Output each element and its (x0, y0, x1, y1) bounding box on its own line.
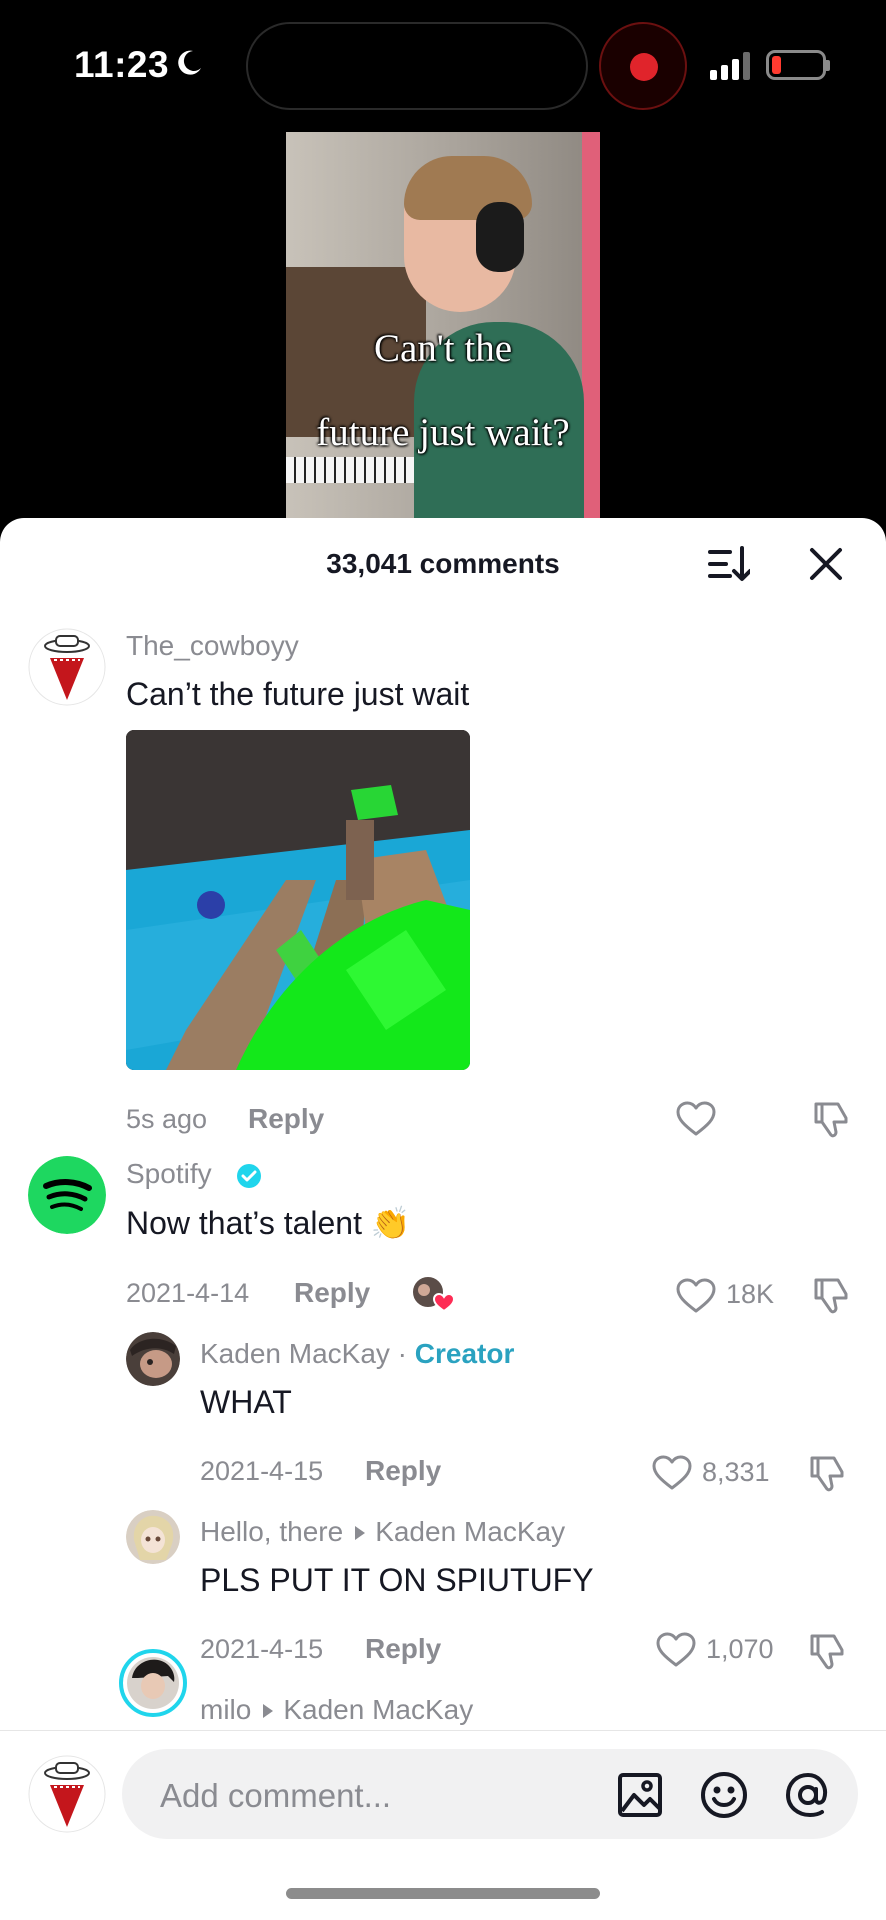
reply-username[interactable]: Kaden MacKay · Creator (200, 1338, 514, 1370)
reply-text: WHAT (200, 1384, 292, 1420)
like-count: 18K (726, 1279, 775, 1309)
minecraft-scene-image (126, 730, 470, 1070)
headphones (476, 202, 524, 272)
reply-button[interactable]: Reply (294, 1277, 370, 1309)
video-preview[interactable]: Can't the future just wait? (286, 132, 600, 532)
reply-button[interactable]: Reply (365, 1633, 441, 1665)
reply-button[interactable]: Reply (248, 1103, 324, 1135)
sort-icon[interactable] (706, 544, 750, 584)
battery-icon (766, 50, 826, 80)
comment-input[interactable]: Add comment... (122, 1749, 858, 1839)
status-time: 11:23 (74, 44, 170, 85)
reply-text: PLS PUT IT ON SPIUTUFY (200, 1562, 594, 1598)
video-caption-line-1: Can't the (373, 327, 513, 370)
battery-level (772, 56, 781, 74)
reply-timestamp: 2021-4-15 (200, 1456, 324, 1486)
heart-icon[interactable] (652, 1455, 692, 1491)
hello-there-avatar[interactable] (126, 1510, 180, 1564)
verified-badge-icon (237, 1164, 261, 1188)
reply-button[interactable]: Reply (365, 1455, 441, 1487)
emoji-icon[interactable] (700, 1771, 748, 1819)
reply-username[interactable]: Hello, there Kaden MacKay (200, 1516, 565, 1548)
heart-icon[interactable] (676, 1278, 716, 1314)
comment-timestamp: 5s ago (126, 1104, 208, 1134)
spotify-avatar[interactable] (28, 1156, 106, 1234)
comments-count-title: 33,041 comments (326, 548, 560, 579)
current-user-avatar[interactable] (28, 1755, 106, 1833)
comment-gif-image[interactable] (126, 730, 470, 1070)
home-indicator (286, 1888, 600, 1899)
video-caption-line-2: future just wait? (316, 411, 570, 454)
creator-tag: Creator (414, 1338, 515, 1369)
comment-username[interactable]: Spotify (126, 1158, 212, 1190)
comment-input-bar: Add comment... (0, 1730, 886, 1920)
heart-icon[interactable] (676, 1101, 716, 1137)
dislike-icon[interactable] (812, 1100, 852, 1140)
comment-username[interactable]: The_cowboyy (126, 630, 299, 662)
comments-sheet: 33,041 comments The_cowboyy Can’t the fu… (0, 518, 886, 1920)
milo-avatar[interactable] (118, 1648, 188, 1718)
reply-to-arrow-icon (355, 1525, 366, 1540)
heart-icon[interactable] (656, 1632, 696, 1668)
kaden-avatar[interactable] (126, 1332, 180, 1386)
status-bar: 11:23 (0, 0, 886, 128)
mention-icon[interactable] (784, 1771, 832, 1819)
battery-cap (826, 60, 830, 71)
screen-recording-indicator[interactable] (599, 22, 687, 110)
dislike-icon[interactable] (808, 1454, 848, 1494)
dislike-icon[interactable] (808, 1632, 848, 1672)
reply-to-arrow-icon (263, 1703, 274, 1718)
record-dot-icon (630, 53, 658, 81)
cellular-signal-icon (710, 52, 750, 80)
comment-timestamp: 2021-4-14 (126, 1278, 250, 1308)
cowboy-avatar[interactable] (28, 628, 106, 706)
image-icon[interactable] (616, 1771, 664, 1819)
comment-text: Can’t the future just wait (126, 676, 470, 712)
comment-input-placeholder: Add comment... (160, 1777, 392, 1814)
reply-username[interactable]: milo Kaden MacKay (200, 1694, 473, 1726)
comment-text: Now that’s talent 👏 (126, 1205, 411, 1241)
dynamic-island (246, 22, 588, 110)
moon-icon (178, 50, 201, 75)
like-count: 1,070 (706, 1634, 774, 1664)
like-count: 8,331 (702, 1457, 770, 1487)
reply-timestamp: 2021-4-15 (200, 1634, 324, 1664)
close-icon[interactable] (806, 544, 846, 584)
dislike-icon[interactable] (812, 1276, 852, 1316)
creator-liked-icon (411, 1275, 456, 1313)
